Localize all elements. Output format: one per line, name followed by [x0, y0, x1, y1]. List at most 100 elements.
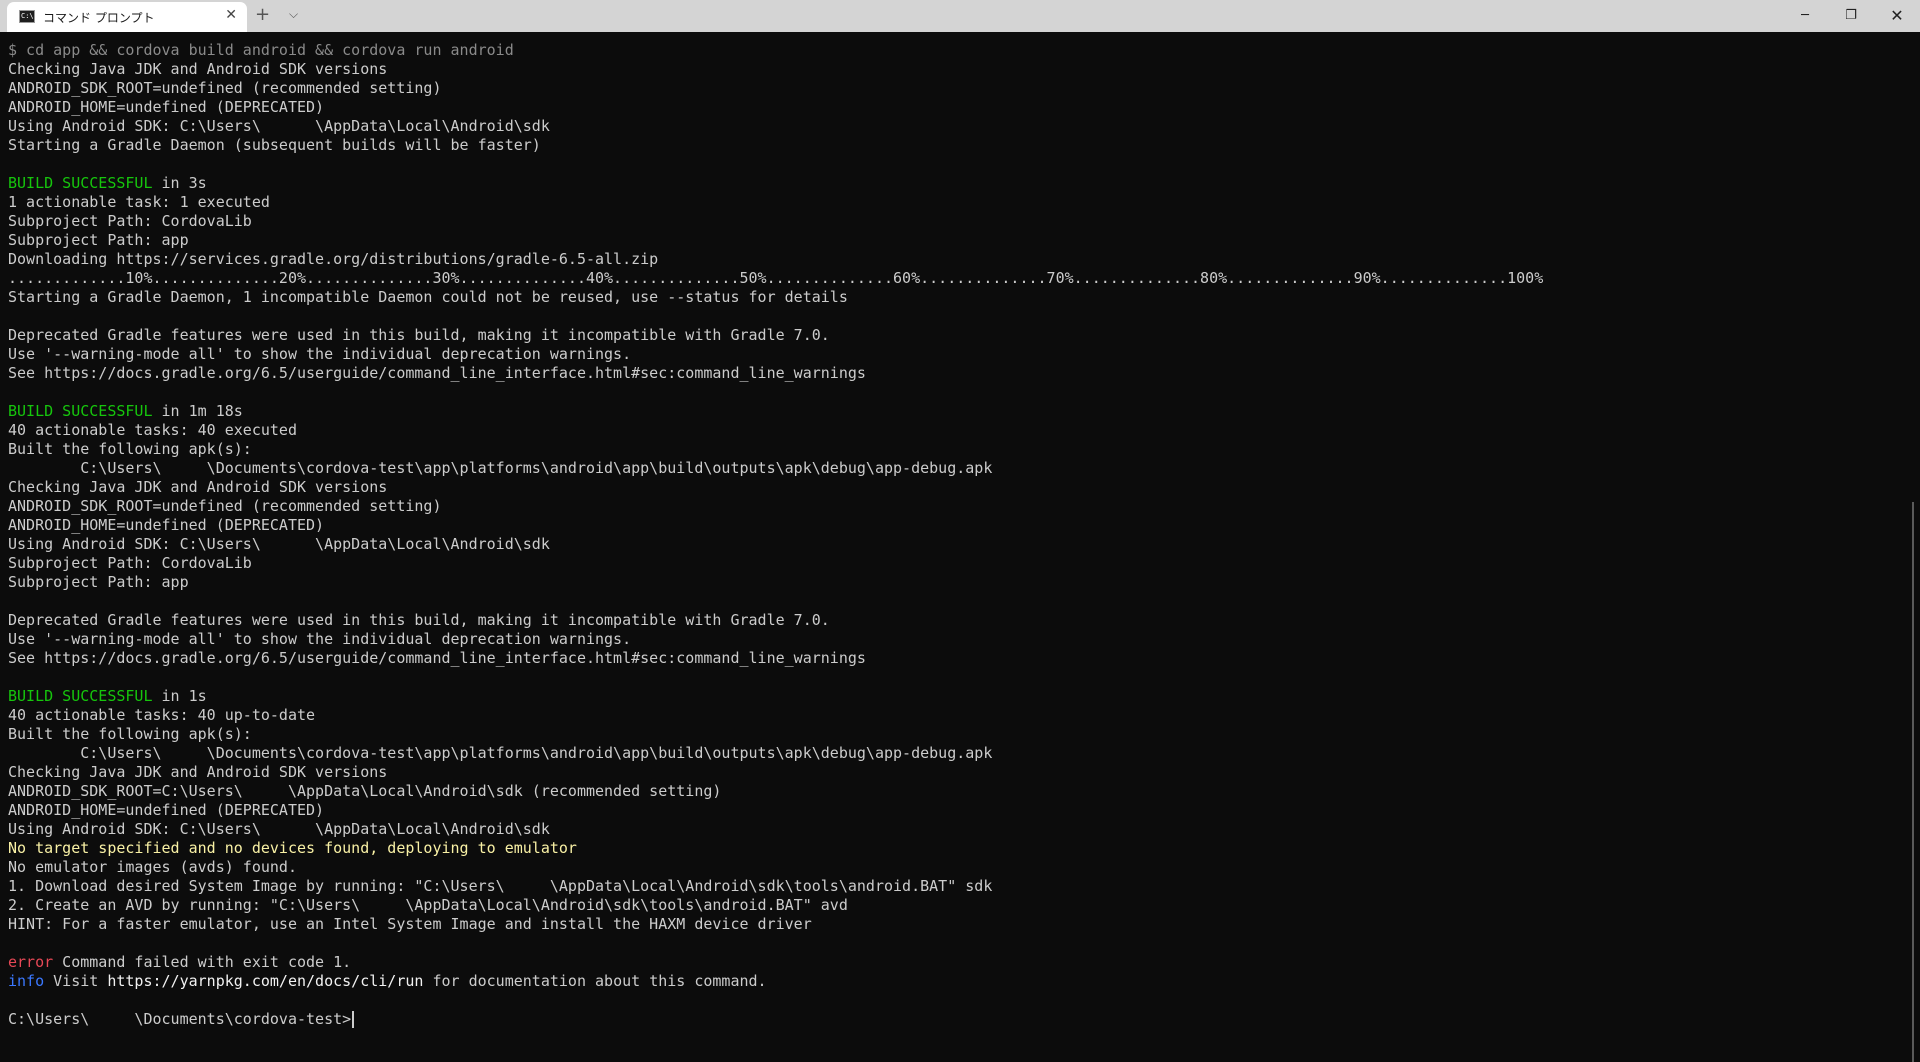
terminal-line: BUILD SUCCESSFUL in 1s: [8, 687, 1906, 706]
terminal-text: Visit: [44, 972, 108, 990]
terminal-text: Use '--warning-mode all' to show the ind…: [8, 345, 632, 363]
terminal-line: Built the following apk(s):: [8, 725, 1906, 744]
terminal-output[interactable]: $ cd app && cordova build android && cor…: [0, 32, 1906, 1040]
terminal-text: Checking Java JDK and Android SDK versio…: [8, 763, 388, 781]
terminal-text: 40 actionable tasks: 40 executed: [8, 421, 297, 439]
new-tab-button[interactable]: +: [255, 4, 270, 25]
terminal-line: ANDROID_HOME=undefined (DEPRECATED): [8, 516, 1906, 535]
terminal-text: Use '--warning-mode all' to show the ind…: [8, 630, 632, 648]
terminal-text: Checking Java JDK and Android SDK versio…: [8, 60, 388, 78]
terminal-line: HINT: For a faster emulator, use an Inte…: [8, 915, 1906, 934]
terminal-text: ANDROID_SDK_ROOT=undefined (recommended …: [8, 497, 442, 515]
terminal-line: See https://docs.gradle.org/6.5/userguid…: [8, 649, 1906, 668]
terminal-line: Downloading https://services.gradle.org/…: [8, 250, 1906, 269]
terminal-text: Using Android SDK: C:\Users\ \AppData\Lo…: [8, 535, 550, 553]
terminal-line: See https://docs.gradle.org/6.5/userguid…: [8, 364, 1906, 383]
terminal-line: Built the following apk(s):: [8, 440, 1906, 459]
terminal-line: No emulator images (avds) found.: [8, 858, 1906, 877]
terminal-line: Subproject Path: app: [8, 231, 1906, 250]
terminal-text: Subproject Path: CordovaLib: [8, 212, 252, 230]
terminal-line: BUILD SUCCESSFUL in 1m 18s: [8, 402, 1906, 421]
terminal-text-ok: BUILD SUCCESSFUL: [8, 402, 153, 420]
command-prompt-icon: C:\: [19, 10, 35, 23]
terminal-line: ANDROID_HOME=undefined (DEPRECATED): [8, 801, 1906, 820]
chevron-down-icon[interactable]: ⌵: [289, 7, 298, 22]
terminal-text: in 3s: [152, 174, 207, 192]
terminal-line: info Visit https://yarnpkg.com/en/docs/c…: [8, 972, 1906, 991]
terminal-text: for documentation about this command.: [423, 972, 767, 990]
terminal-text: Deprecated Gradle features were used in …: [8, 611, 830, 629]
terminal-text: HINT: For a faster emulator, use an Inte…: [8, 915, 812, 933]
terminal-text: C:\Users\ \Documents\cordova-test\app\pl…: [8, 744, 993, 762]
terminal-text-ok: BUILD SUCCESSFUL: [8, 174, 153, 192]
terminal-line: Use '--warning-mode all' to show the ind…: [8, 345, 1906, 364]
terminal-text: Built the following apk(s):: [8, 725, 252, 743]
terminal-text-cmd: $ cd app && cordova build android && cor…: [8, 41, 514, 59]
terminal-line: error Command failed with exit code 1.: [8, 953, 1906, 972]
terminal-text-ok: BUILD SUCCESSFUL: [8, 687, 153, 705]
scrollbar-thumb[interactable]: [1912, 502, 1914, 1062]
terminal-line: No target specified and no devices found…: [8, 839, 1906, 858]
terminal-text: Built the following apk(s):: [8, 440, 252, 458]
terminal-line: ANDROID_SDK_ROOT=undefined (recommended …: [8, 79, 1906, 98]
terminal-text: Starting a Gradle Daemon, 1 incompatible…: [8, 288, 848, 306]
terminal-text: in 1s: [152, 687, 207, 705]
terminal-text: Subproject Path: CordovaLib: [8, 554, 252, 572]
vertical-scrollbar[interactable]: [1906, 32, 1920, 1062]
terminal-text: C:\Users\ \Documents\cordova-test\app\pl…: [8, 459, 993, 477]
terminal-text-info: info: [8, 972, 45, 990]
terminal-line: Use '--warning-mode all' to show the ind…: [8, 630, 1906, 649]
terminal-text: Using Android SDK: C:\Users\ \AppData\Lo…: [8, 117, 550, 135]
terminal-line: Using Android SDK: C:\Users\ \AppData\Lo…: [8, 535, 1906, 554]
terminal-line: Checking Java JDK and Android SDK versio…: [8, 763, 1906, 782]
close-tab-icon[interactable]: ✕: [225, 7, 237, 23]
terminal-text: Subproject Path: app: [8, 231, 189, 249]
terminal-line: Subproject Path: CordovaLib: [8, 554, 1906, 573]
terminal-text: No emulator images (avds) found.: [8, 858, 297, 876]
tab-command-prompt[interactable]: C:\ コマンド プロンプト ✕: [7, 2, 247, 32]
terminal-text: ANDROID_HOME=undefined (DEPRECATED): [8, 516, 325, 534]
terminal-line: Checking Java JDK and Android SDK versio…: [8, 60, 1906, 79]
terminal-text: See https://docs.gradle.org/6.5/userguid…: [8, 649, 866, 667]
tab-title: コマンド プロンプト: [43, 11, 155, 25]
terminal-text: ANDROID_HOME=undefined (DEPRECATED): [8, 98, 325, 116]
terminal-line: Deprecated Gradle features were used in …: [8, 611, 1906, 630]
close-window-button[interactable]: ✕: [1874, 0, 1920, 32]
terminal-text: 2. Create an AVD by running: "C:\Users\ …: [8, 896, 848, 914]
terminal-line: Using Android SDK: C:\Users\ \AppData\Lo…: [8, 820, 1906, 839]
terminal-line: $ cd app && cordova build android && cor…: [8, 41, 1906, 60]
terminal-line: ANDROID_HOME=undefined (DEPRECATED): [8, 98, 1906, 117]
minimize-button[interactable]: ─: [1782, 0, 1828, 32]
terminal-line: Starting a Gradle Daemon, 1 incompatible…: [8, 288, 1906, 307]
terminal-text-bold: https://yarnpkg.com/en/docs/cli/run: [107, 972, 424, 990]
terminal-line: Using Android SDK: C:\Users\ \AppData\Lo…: [8, 117, 1906, 136]
terminal-text: Starting a Gradle Daemon (subsequent bui…: [8, 136, 541, 154]
terminal-text: Deprecated Gradle features were used in …: [8, 326, 830, 344]
terminal-line: 1 actionable task: 1 executed: [8, 193, 1906, 212]
terminal-text: Downloading https://services.gradle.org/…: [8, 250, 659, 268]
terminal-text: 1. Download desired System Image by runn…: [8, 877, 993, 895]
terminal-line: Subproject Path: app: [8, 573, 1906, 592]
terminal-line: C:\Users\ \Documents\cordova-test\app\pl…: [8, 459, 1906, 478]
terminal-line: Subproject Path: CordovaLib: [8, 212, 1906, 231]
terminal-line: .............10%..............20%.......…: [8, 269, 1906, 288]
terminal-line: C:\Users\ \Documents\cordova-test\app\pl…: [8, 744, 1906, 763]
terminal-text: Subproject Path: app: [8, 573, 189, 591]
terminal-line: 1. Download desired System Image by runn…: [8, 877, 1906, 896]
maximize-button[interactable]: ❐: [1828, 0, 1874, 32]
terminal-line: C:\Users\ \Documents\cordova-test>: [8, 1010, 1906, 1029]
terminal-line: 2. Create an AVD by running: "C:\Users\ …: [8, 896, 1906, 915]
terminal-text: in 1m 18s: [152, 402, 243, 420]
terminal-text: ANDROID_SDK_ROOT=undefined (recommended …: [8, 79, 442, 97]
terminal-line: 40 actionable tasks: 40 up-to-date: [8, 706, 1906, 725]
terminal-text: ANDROID_HOME=undefined (DEPRECATED): [8, 801, 325, 819]
terminal-line: Starting a Gradle Daemon (subsequent bui…: [8, 136, 1906, 155]
text-cursor: [352, 1011, 355, 1028]
terminal-text: 40 actionable tasks: 40 up-to-date: [8, 706, 316, 724]
terminal-line: ANDROID_SDK_ROOT=C:\Users\ \AppData\Loca…: [8, 782, 1906, 801]
